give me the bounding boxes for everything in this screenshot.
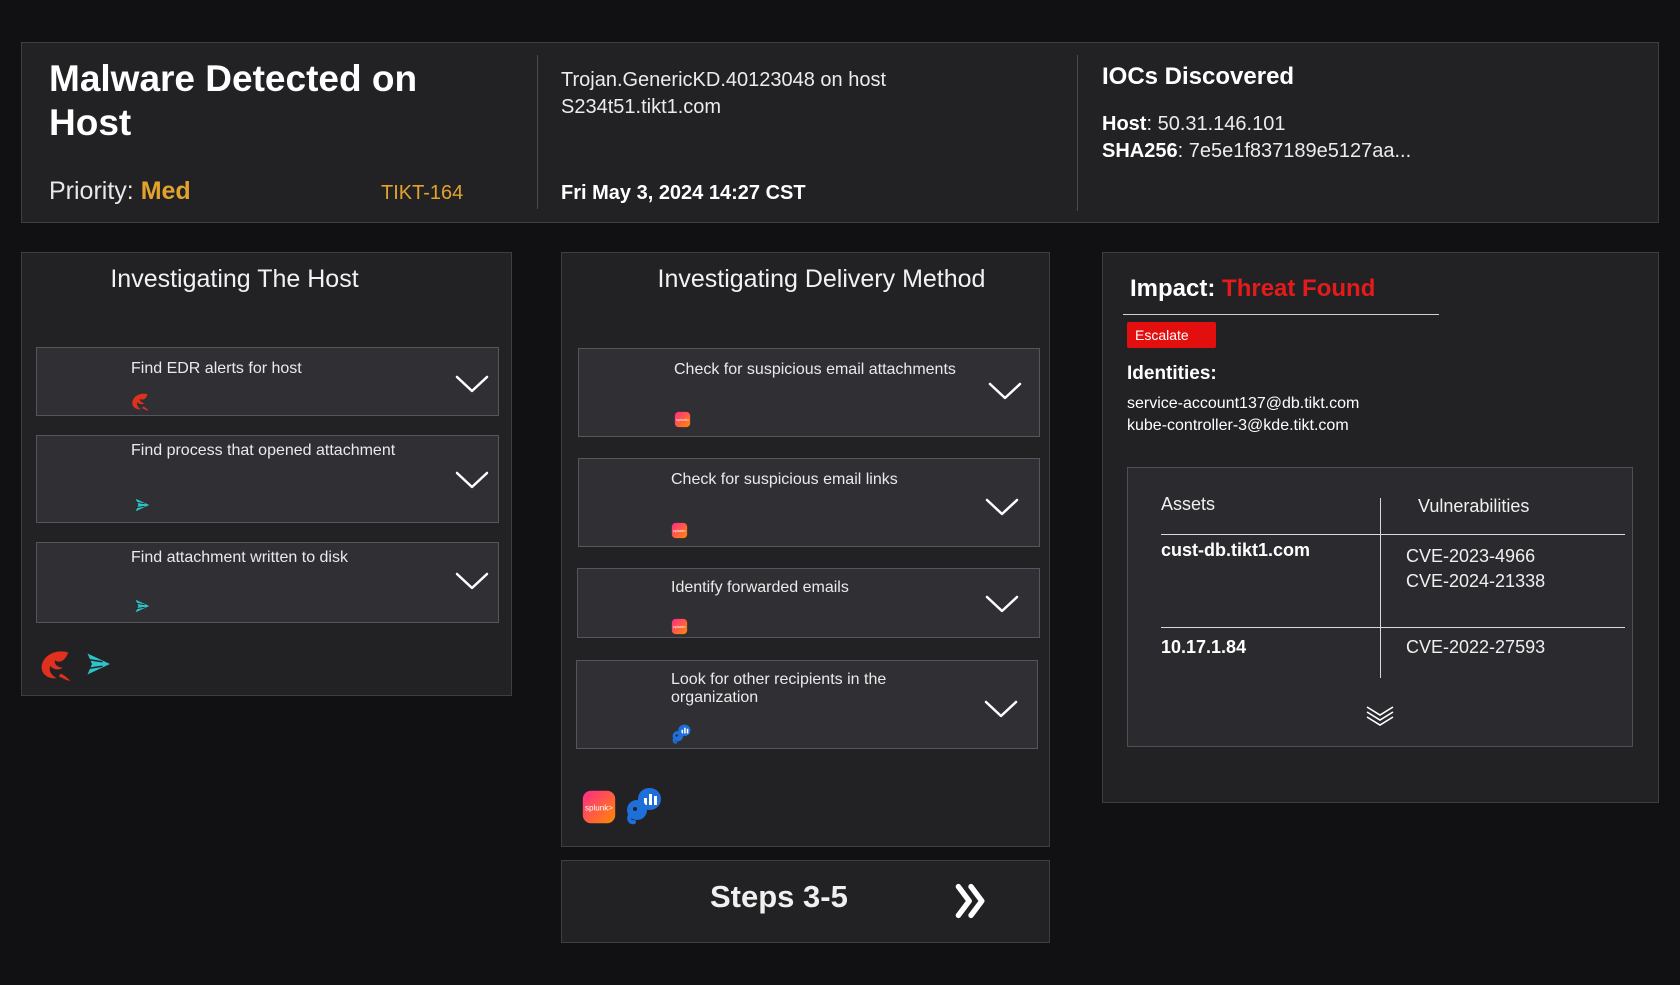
sentinelone-arrow-icon: [83, 649, 113, 679]
table-row-rule: [1161, 627, 1625, 628]
analytics-elephant-icon: [671, 723, 692, 744]
task-card[interactable]: Find attachment written to disk: [36, 542, 499, 623]
header-divider: [1077, 55, 1078, 211]
ioc-sha256-label: SHA256: [1102, 140, 1178, 162]
ioc-host-label: Host: [1102, 113, 1147, 135]
delivery-investigation-panel: Investigating Delivery Method Check for …: [561, 252, 1050, 847]
assets-header: Assets: [1161, 494, 1216, 514]
task-label: Look for other recipients in the organiz…: [671, 671, 887, 706]
panel-title: Investigating The Host: [110, 265, 359, 293]
ioc-host: Host: 50.31.146.101: [1102, 113, 1285, 136]
task-card[interactable]: Look for other recipients in the organiz…: [576, 660, 1038, 749]
chevron-down-icon[interactable]: [988, 381, 1022, 401]
task-label: Find process that opened attachment: [131, 442, 396, 459]
expand-more-icon[interactable]: [1365, 704, 1395, 726]
task-label: Check for suspicious email attachments: [674, 361, 956, 378]
splunk-icon: [581, 789, 617, 825]
host-investigation-panel: Investigating The Host Find EDR alerts f…: [21, 252, 512, 696]
task-card[interactable]: Find process that opened attachment: [36, 435, 499, 523]
table-header-rule: [1161, 534, 1625, 535]
alert-header: Malware Detected on Host Priority: Med T…: [21, 42, 1659, 223]
asset-name[interactable]: cust-db.tikt1.com: [1161, 538, 1310, 563]
chevron-down-icon[interactable]: [455, 374, 489, 394]
iocs-title: IOCs Discovered: [1102, 63, 1295, 90]
assets-table: Assets Vulnerabilities cust-db.tikt1.com…: [1127, 467, 1633, 747]
sentinelone-arrow-icon: [133, 597, 151, 615]
task-label: Find EDR alerts for host: [131, 360, 302, 377]
steps-label: Steps 3-5: [710, 879, 848, 914]
chevron-down-icon[interactable]: [455, 571, 489, 591]
cve-id[interactable]: CVE-2022-27593: [1406, 635, 1545, 660]
crowdstrike-falcon-icon: [36, 645, 74, 683]
identity-item[interactable]: kube-controller-3@kde.tikt.com: [1127, 417, 1349, 435]
priority-value: Med: [140, 177, 191, 205]
splunk-icon: [674, 411, 691, 428]
task-label: Find attachment written to disk: [131, 549, 348, 566]
ioc-sha256-value: : 7e5e1f837189e5127aa...: [1177, 140, 1412, 162]
chevron-down-icon[interactable]: [985, 594, 1019, 614]
divider: [1123, 314, 1439, 315]
impact-title: Impact: Threat Found: [1130, 275, 1375, 303]
chevron-down-icon[interactable]: [455, 470, 489, 490]
header-divider: [537, 55, 538, 209]
task-card[interactable]: Check for suspicious email links: [578, 458, 1040, 547]
ioc-sha256: SHA256: 7e5e1f837189e5127aa...: [1102, 140, 1411, 163]
identity-item[interactable]: service-account137@db.tikt.com: [1127, 395, 1359, 413]
chevron-down-icon[interactable]: [985, 497, 1019, 517]
detection-timestamp: Fri May 3, 2024 14:27 CST: [561, 182, 806, 204]
double-chevron-right-icon[interactable]: [953, 879, 989, 923]
priority-indicator: Priority: Med: [49, 177, 191, 206]
impact-panel: Impact: Threat Found Escalate Identities…: [1102, 252, 1659, 803]
identities-title: Identities:: [1127, 363, 1217, 384]
splunk-icon: [671, 522, 688, 539]
priority-label: Priority:: [49, 177, 134, 205]
task-card[interactable]: Check for suspicious email attachments: [578, 348, 1040, 437]
cve-id[interactable]: CVE-2024-21338: [1406, 569, 1545, 594]
splunk-icon: [671, 618, 688, 635]
table-column-rule: [1380, 498, 1381, 678]
panel-title: Investigating Delivery Method: [657, 265, 986, 293]
detection-summary: Trojan.GenericKD.40123048 on host S234t5…: [561, 69, 887, 118]
escalate-button[interactable]: Escalate: [1127, 322, 1216, 348]
crowdstrike-falcon-icon: [129, 390, 151, 412]
alert-title: Malware Detected on Host: [49, 58, 418, 143]
analytics-elephant-icon: [624, 785, 664, 825]
impact-label: Impact:: [1130, 275, 1216, 302]
cve-id[interactable]: CVE-2023-4966: [1406, 544, 1535, 569]
sentinelone-arrow-icon: [133, 496, 151, 514]
threat-status: Threat Found: [1222, 275, 1376, 302]
asset-name[interactable]: 10.17.1.84: [1161, 635, 1246, 660]
task-label: Identify forwarded emails: [671, 579, 849, 596]
task-card[interactable]: Find EDR alerts for host: [36, 347, 499, 416]
steps-button[interactable]: Steps 3-5: [561, 860, 1050, 943]
task-label: Check for suspicious email links: [671, 471, 898, 488]
task-card[interactable]: Identify forwarded emails: [577, 568, 1040, 638]
vulnerabilities-header: Vulnerabilities: [1418, 496, 1530, 516]
ioc-host-value: : 50.31.146.101: [1146, 113, 1286, 135]
ticket-id[interactable]: TIKT-164: [381, 182, 463, 205]
chevron-down-icon[interactable]: [984, 699, 1018, 719]
